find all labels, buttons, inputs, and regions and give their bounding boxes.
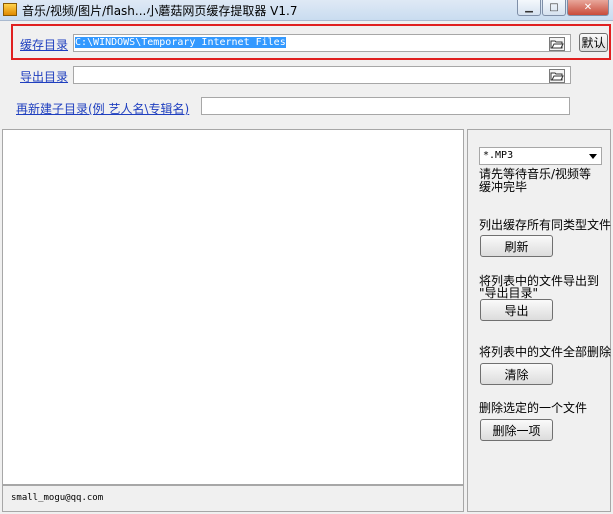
refresh-button[interactable]: 刷新 bbox=[480, 235, 553, 257]
export-button[interactable]: 导出 bbox=[480, 299, 553, 321]
app-icon bbox=[3, 3, 17, 16]
close-button[interactable]: ✕ bbox=[567, 0, 609, 16]
maximize-icon: □ bbox=[549, 2, 559, 13]
window-controls: ▁ □ ✕ bbox=[516, 0, 609, 16]
title-bar[interactable]: 音乐/视频/图片/flash...小蘑菇网页缓存提取器 V1.7 ▁ □ ✕ bbox=[0, 0, 613, 21]
export-dir-link[interactable]: 导出目录 bbox=[20, 68, 68, 85]
window-title: 音乐/视频/图片/flash...小蘑菇网页缓存提取器 V1.7 bbox=[22, 4, 298, 18]
export-dir-browse-button[interactable] bbox=[547, 67, 567, 84]
close-icon: ✕ bbox=[583, 2, 593, 13]
chevron-down-icon bbox=[589, 154, 597, 159]
minimize-icon: ▁ bbox=[525, 2, 533, 13]
maximize-button[interactable]: □ bbox=[542, 0, 566, 16]
file-list[interactable] bbox=[2, 129, 464, 485]
contact-email: small_mogu@qq.com bbox=[11, 493, 104, 503]
status-bar: small_mogu@qq.com bbox=[2, 485, 464, 512]
clear-button[interactable]: 清除 bbox=[480, 363, 553, 385]
wait-note-line2: 缓冲完毕 bbox=[479, 180, 528, 194]
export-dir-input[interactable] bbox=[73, 66, 571, 84]
folder-open-icon bbox=[549, 68, 565, 83]
subdir-link[interactable]: 再新建子目录(例 艺人名\专辑名) bbox=[16, 100, 189, 117]
minimize-button[interactable]: ▁ bbox=[517, 0, 541, 16]
cache-dir-link[interactable]: 缓存目录 bbox=[20, 36, 68, 53]
filetype-selected: *.MP3 bbox=[483, 150, 514, 161]
filetype-select[interactable]: *.MP3 bbox=[479, 147, 602, 165]
cache-dir-input[interactable]: C:\WINDOWS\Temporary Internet Files bbox=[73, 34, 571, 52]
cache-dir-browse-button[interactable] bbox=[547, 35, 567, 52]
folder-open-icon bbox=[549, 36, 565, 51]
clear-description: 将列表中的文件全部删除 bbox=[479, 345, 612, 359]
delete-description: 删除选定的一个文件 bbox=[479, 401, 588, 415]
cache-dir-value: C:\WINDOWS\Temporary Internet Files bbox=[75, 37, 286, 48]
list-description: 列出缓存所有同类型文件 bbox=[479, 218, 612, 232]
default-button[interactable]: 默认 bbox=[579, 33, 608, 52]
subdir-input[interactable] bbox=[201, 97, 570, 115]
delete-one-button[interactable]: 删除一项 bbox=[480, 419, 553, 441]
